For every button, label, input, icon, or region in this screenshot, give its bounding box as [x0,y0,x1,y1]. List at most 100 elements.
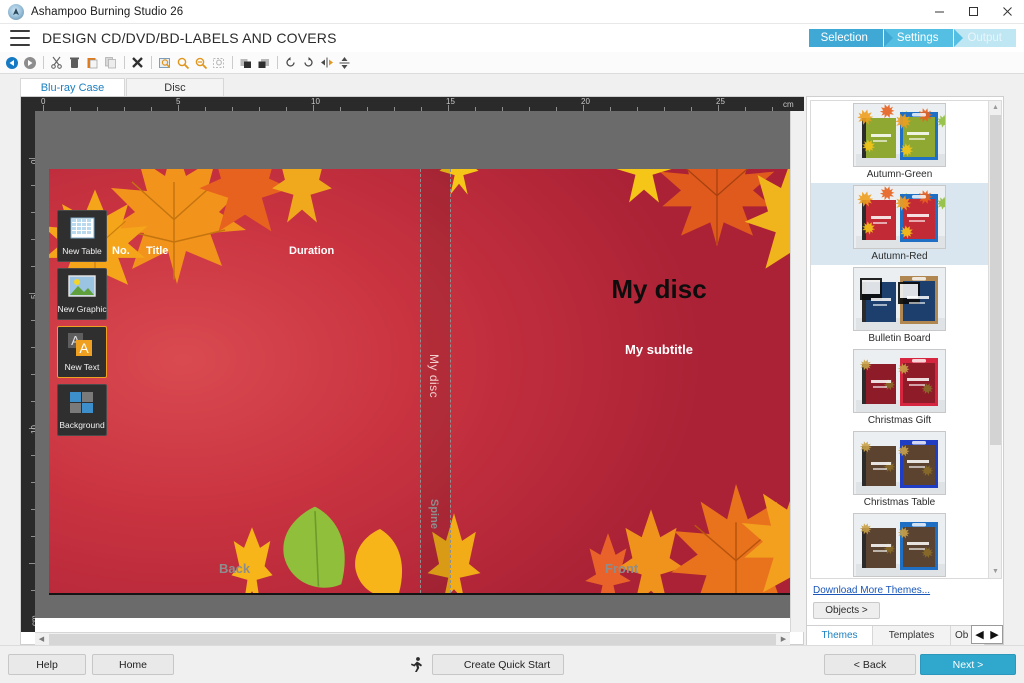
region-label-spine: Spine [428,499,440,529]
region-label-back: Back [219,561,250,576]
copy-icon[interactable] [102,54,119,72]
spine-title-text[interactable]: My disc [427,354,441,398]
rotate-left-icon[interactable] [282,54,299,72]
maple-leaf-icon [609,169,679,211]
home-button[interactable]: Home [92,654,174,675]
cut-icon[interactable] [48,54,65,72]
zoom-out-icon[interactable] [192,54,209,72]
flip-vertical-icon[interactable] [336,54,353,72]
theme-item[interactable]: Bulletin Board [811,265,988,347]
flip-horizontal-icon[interactable] [318,54,335,72]
back-button[interactable]: < Back [824,654,916,675]
window-title: Ashampoo Burning Studio 26 [31,6,183,18]
paste-icon[interactable] [84,54,101,72]
toolbox-new-table[interactable]: New Table [57,210,107,262]
toolbox-new-graphic[interactable]: New Graphic [57,268,107,320]
zoom-fit-icon[interactable] [156,54,173,72]
maximize-button[interactable] [956,0,990,24]
breadcrumb-label-output: Output [967,32,1002,44]
tab-bluray-case-label: Blu-ray Case [41,82,105,94]
ruler-tick-label: 15 [446,97,455,106]
objects-button[interactable]: Objects > [813,602,880,619]
panel-tab-objects-label: Ob [955,630,968,641]
editor-tabs: Blu-ray Case Disc [20,78,804,96]
undo-icon[interactable] [3,54,20,72]
spine-guide-right [450,169,451,593]
tab-disc-label: Disc [164,82,185,94]
canvas-vertical-scrollbar[interactable] [790,111,804,632]
delete-icon[interactable] [66,54,83,72]
theme-thumbnail [853,431,946,495]
breadcrumb-step-selection[interactable]: Selection [809,29,884,47]
cover-title-text[interactable]: My disc [539,274,779,305]
create-quick-start-button[interactable]: Create Quick Start [432,654,564,675]
help-button-label: Help [36,659,58,671]
cover-subtitle-text[interactable]: My subtitle [539,342,779,357]
tab-disc[interactable]: Disc [126,78,224,96]
panel-tab-next-icon[interactable]: ▶ [987,626,1002,643]
theme-item-label: Christmas Table [864,497,936,508]
theme-scroll-down-icon[interactable]: ▼ [989,565,1002,578]
download-more-themes-link[interactable]: Download More Themes... [813,585,930,596]
zoom-selection-icon[interactable] [210,54,227,72]
breadcrumb: Selection Settings Output [809,29,1016,47]
scroll-track[interactable] [49,634,776,645]
theme-scroll-up-icon[interactable]: ▲ [989,101,1002,114]
theme-item-label: Autumn-Green [867,169,933,180]
horizontal-ruler: 0510152025cm [35,97,804,111]
themes-panel: ▲ ▼ Autumn-Green Autumn-Red Bulletin Board… [806,96,1004,645]
bring-front-icon[interactable] [237,54,254,72]
minimize-button[interactable] [922,0,956,24]
design-editor: 0510152025cm 0510cm [20,96,804,645]
theme-list[interactable]: ▲ ▼ Autumn-Green Autumn-Red Bulletin Board… [810,100,1002,579]
window-titlebar: Ashampoo Burning Studio 26 [0,0,1024,24]
tab-bluray-case[interactable]: Blu-ray Case [20,78,125,96]
canvas-horizontal-scrollbar[interactable]: ◀ ▶ [35,632,790,645]
help-button[interactable]: Help [8,654,86,675]
track-column-duration[interactable]: Duration [289,245,334,257]
panel-tab-prev-icon[interactable]: ◀ [972,626,987,643]
home-button-label: Home [119,659,147,671]
theme-item[interactable]: Autumn-Red [811,183,988,265]
window-controls [922,0,1024,24]
panel-tab-themes[interactable]: Themes [807,626,873,645]
theme-item[interactable]: Christmas Gift [811,347,988,429]
design-canvas[interactable]: No. Title Duration My disc My disc My su… [35,111,790,618]
create-quick-start-label: Create Quick Start [464,659,550,671]
toolbox-new-text-label: New Text [65,362,100,372]
theme-item-label: Autumn-Red [871,251,927,262]
theme-list-scrollbar[interactable]: ▲ ▼ [988,101,1001,578]
redo-icon[interactable] [21,54,38,72]
theme-item[interactable]: Christmas Table [811,429,988,511]
scroll-right-icon[interactable]: ▶ [777,633,790,646]
zoom-in-icon[interactable] [174,54,191,72]
toolbox-new-text[interactable]: A A New Text [57,326,107,378]
theme-scroll-thumb[interactable] [990,115,1001,445]
track-column-title[interactable]: Title [146,245,168,257]
hamburger-menu-icon[interactable] [10,30,30,46]
next-button[interactable]: Next > [920,654,1016,675]
toolbox-background[interactable]: Background [57,384,107,436]
theme-item[interactable]: Christmas Tag [811,511,988,579]
ruler-corner [21,97,35,111]
panel-tab-templates[interactable]: Templates [873,626,951,645]
scroll-left-icon[interactable]: ◀ [35,633,48,646]
theme-item[interactable]: Autumn-Green [811,101,988,183]
toolbar-separator [43,56,44,69]
background-icon [65,388,99,418]
theme-thumbnail [853,513,946,577]
leaf-icon [349,527,411,593]
track-column-no[interactable]: No. [112,245,130,257]
footer-bar: Help Home Create Quick Start < Back Next… [0,645,1024,683]
remove-icon[interactable] [129,54,146,72]
rotate-right-icon[interactable] [300,54,317,72]
toolbar-separator [277,56,278,69]
close-button[interactable] [990,0,1024,24]
objects-button-label: Objects > [825,605,868,616]
send-back-icon[interactable] [255,54,272,72]
cover-artwork[interactable]: No. Title Duration My disc My disc My su… [49,169,790,593]
table-icon [65,214,99,244]
ruler-tick-label: 5 [176,97,180,106]
toolbox-new-table-label: New Table [62,246,102,256]
breadcrumb-step-settings[interactable]: Settings [883,29,955,47]
